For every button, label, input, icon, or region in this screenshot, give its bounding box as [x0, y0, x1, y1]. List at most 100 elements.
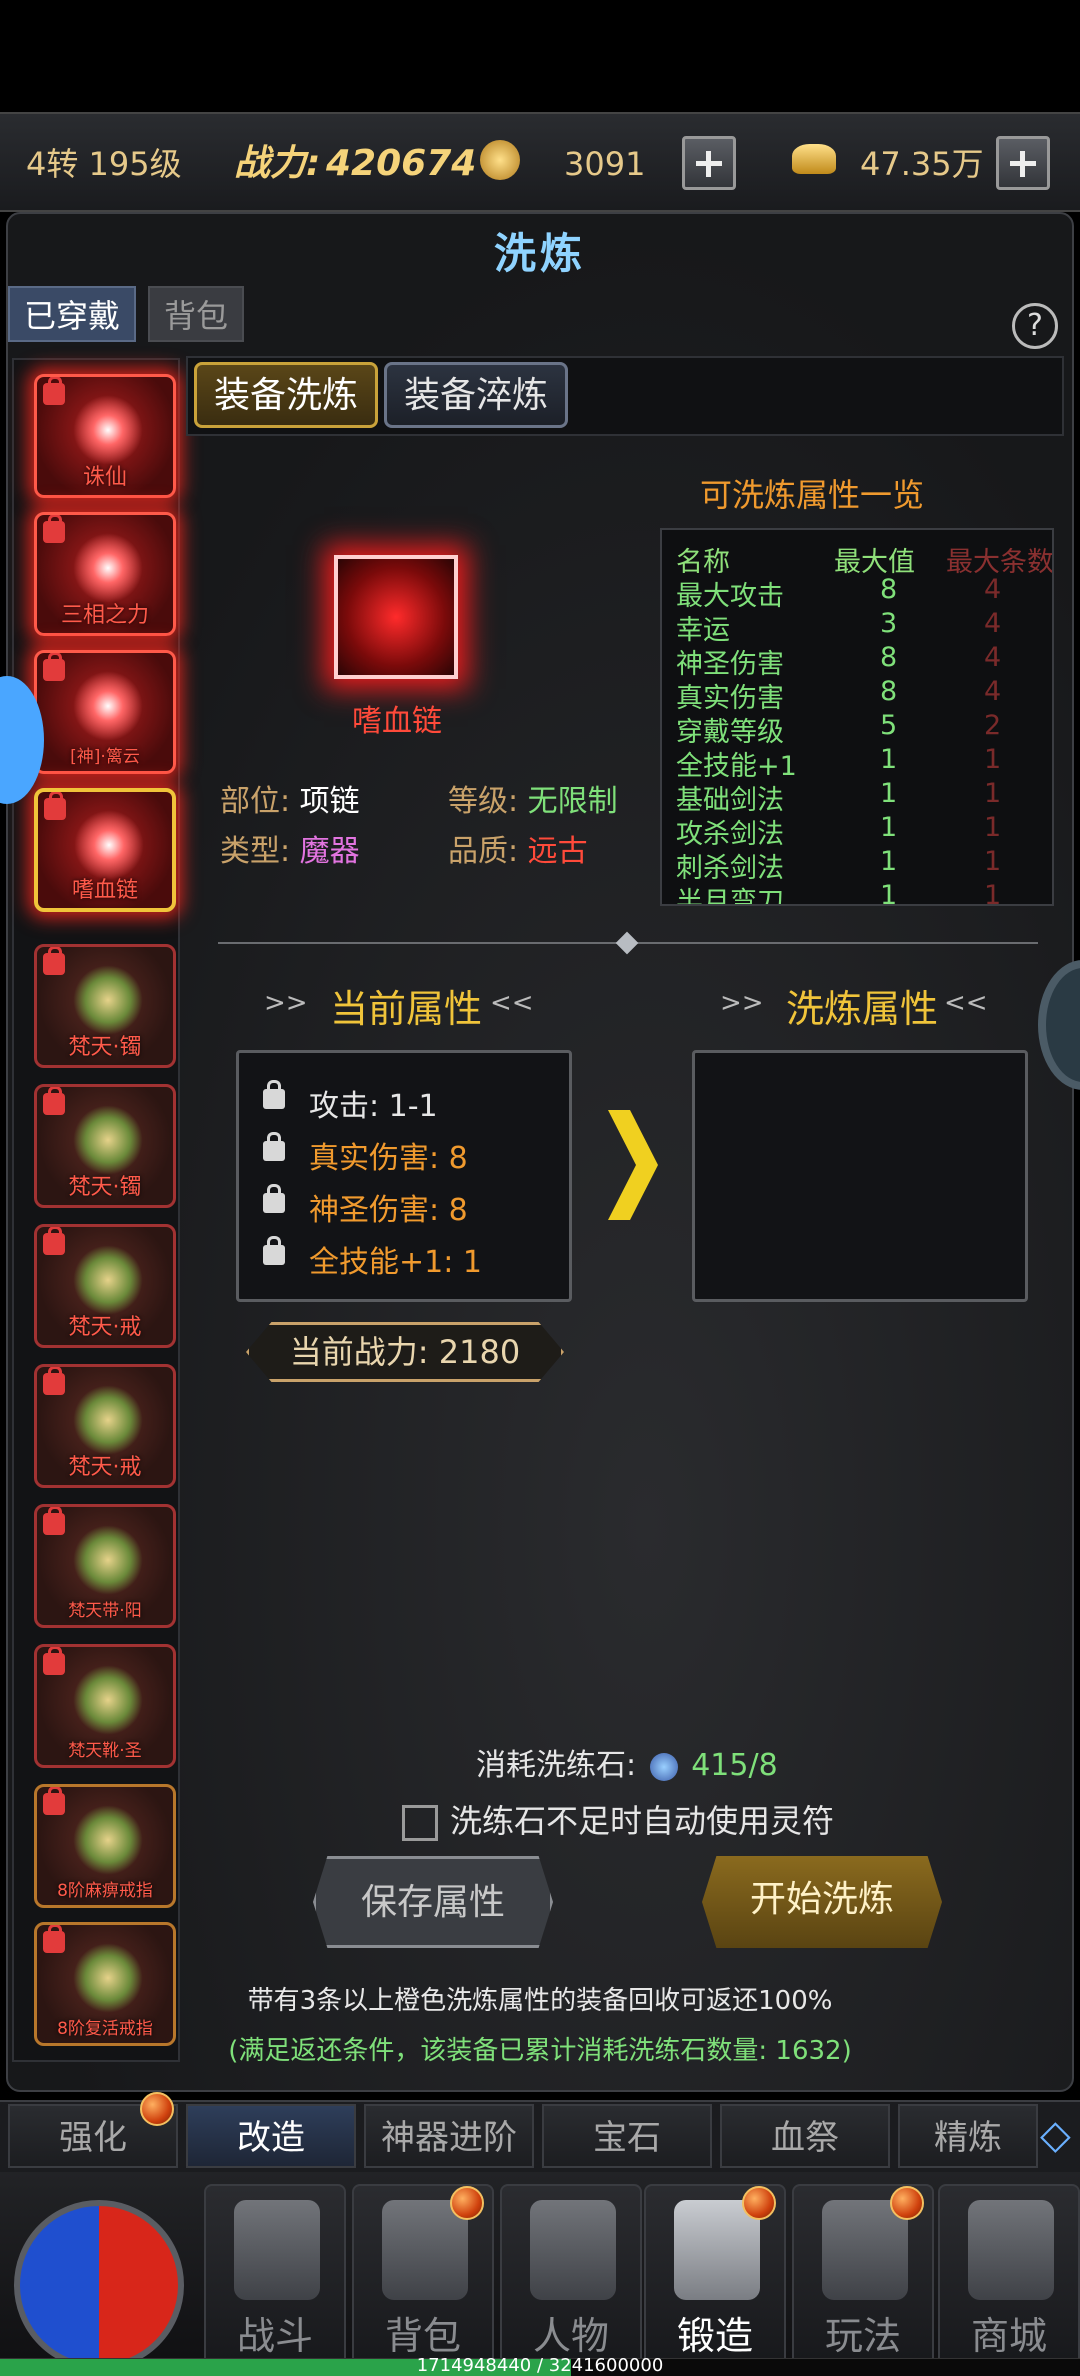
tab-bag[interactable]: 背包 — [148, 286, 245, 342]
current-attrs-title: 当前属性 — [330, 987, 483, 1031]
slot-name: 梵天·镯 — [68, 1035, 142, 1060]
notification-dot-icon — [890, 2186, 924, 2220]
lock-icon — [43, 1925, 65, 1953]
shop-gate-icon — [968, 2200, 1054, 2300]
type-info-label: 类型: — [220, 834, 291, 869]
rebirth-level: 4转 195级 — [26, 145, 182, 183]
quality-info-value: 远古 — [527, 834, 588, 869]
lock-icon — [43, 1787, 65, 1815]
item-art-icon — [74, 810, 144, 880]
tab-equip-refine[interactable]: 装备洗炼 — [194, 362, 378, 428]
add-currency2-button[interactable] — [996, 136, 1050, 190]
tab-gem[interactable]: 宝石 — [542, 2104, 712, 2168]
equipment-slot[interactable]: [神]·篱云 — [34, 650, 176, 774]
lock-icon — [43, 653, 65, 681]
lock-icon — [43, 1227, 65, 1255]
tab-blood-sacrifice[interactable]: 血祭 — [720, 2104, 890, 2168]
cost-label: 消耗洗练石: — [476, 1748, 637, 1783]
slot-name: 梵天·镯 — [68, 1175, 142, 1200]
auto-use-label: 洗练石不足时自动使用灵符 — [450, 1802, 835, 1840]
lock-icon — [43, 377, 65, 405]
gold-ingot-icon — [792, 144, 836, 174]
lock-icon — [43, 947, 65, 975]
slot-name: 梵天·戒 — [68, 1315, 142, 1340]
item-art-icon — [73, 1665, 143, 1735]
status-bar: 4转 195级 战力: 420674 3091 47.35万 — [0, 112, 1080, 212]
attr-list[interactable]: 名称 最大值 最大条数 最大攻击 8 4 幸运 3 4 神圣伤害 8 4 真实伤害 8 4 穿戴… — [660, 528, 1054, 906]
save-attrs-button[interactable]: 保存属性 — [313, 1856, 553, 1948]
header-max-value: 最大值 — [834, 547, 915, 578]
wash-attrs-box — [692, 1050, 1028, 1302]
item-art-icon — [73, 965, 143, 1035]
slot-name: 诛仙 — [82, 465, 127, 490]
item-art-icon — [73, 533, 143, 603]
auto-use-checkbox[interactable] — [402, 1805, 438, 1841]
nav-character[interactable]: 人物 — [500, 2184, 642, 2370]
chevron-right-icon: >> — [720, 988, 764, 1018]
tab-equipped[interactable]: 已穿戴 — [8, 286, 137, 342]
notification-dot-icon — [450, 2186, 484, 2220]
notification-dot-icon — [742, 2186, 776, 2220]
level-info-label: 等级: — [448, 784, 519, 819]
slot-info-label: 部位: — [220, 784, 291, 819]
equipment-slot[interactable]: 三相之力 — [34, 512, 176, 636]
equipment-slot[interactable]: 梵天·镯 — [34, 944, 176, 1068]
slot-info: 部位: 项链 — [220, 776, 360, 820]
chevron-right-icon: >> — [264, 988, 308, 1018]
slot-name: 梵天带·阳 — [68, 1601, 142, 1621]
add-currency1-button[interactable] — [682, 136, 736, 190]
refine-stone-icon — [649, 1752, 678, 1781]
tab-refine[interactable]: 精炼 — [898, 2104, 1038, 2168]
item-name: 嗜血链 — [352, 704, 442, 739]
chevron-left-icon: << — [490, 988, 534, 1018]
equipment-slot[interactable]: 梵天·镯 — [34, 1084, 176, 1208]
equipment-slot[interactable]: 诛仙 — [34, 374, 176, 498]
item-art-icon — [73, 1105, 143, 1175]
wash-attrs-title: 洗炼属性 — [786, 987, 939, 1031]
tab-modify[interactable]: 改造 — [186, 2104, 356, 2168]
start-refine-button[interactable]: 开始洗炼 — [702, 1856, 942, 1948]
help-button[interactable]: ? — [1012, 303, 1058, 349]
helmet-icon — [530, 2200, 616, 2300]
slot-name: 梵天·戒 — [68, 1455, 142, 1480]
recycle-progress-note: (满足返还条件，该装备已累计消耗洗练石数量: 1632) — [228, 2036, 852, 2066]
current-power: 当前战力: 2180 — [246, 1322, 564, 1382]
item-icon[interactable] — [334, 555, 458, 679]
auto-use-row[interactable]: 洗练石不足时自动使用灵符 — [402, 1796, 834, 1842]
quality-info-label: 品质: — [448, 834, 519, 869]
item-art-icon — [73, 1245, 143, 1315]
equipment-slot[interactable]: 梵天·戒 — [34, 1364, 176, 1488]
equipment-slot[interactable]: 梵天靴·圣 — [34, 1644, 176, 1768]
equipment-slot[interactable]: 梵天·戒 — [34, 1224, 176, 1348]
equipment-slot-selected[interactable]: 嗜血链 — [34, 788, 176, 912]
lock-icon — [43, 1087, 65, 1115]
item-art-icon — [73, 1525, 143, 1595]
tab-equip-temper[interactable]: 装备淬炼 — [384, 362, 568, 428]
lock-icon — [43, 1507, 65, 1535]
spiral-coin-icon — [480, 140, 520, 180]
level-info-value: 无限制 — [527, 784, 618, 819]
item-art-icon — [73, 395, 143, 465]
type-info: 类型: 魔器 — [220, 826, 360, 870]
panel-title: 洗炼 — [493, 229, 586, 278]
nav-shop[interactable]: 商城 — [938, 2184, 1080, 2370]
recycle-note: 带有3条以上橙色洗炼属性的装备回收可返还100% — [247, 1986, 833, 2016]
lock-icon — [43, 1367, 65, 1395]
equipment-list: 诛仙 三相之力 [神]·篱云 嗜血链 梵天·镯 梵天·镯 梵天·戒 梵天·戒 梵… — [12, 358, 180, 2062]
equipment-slot[interactable]: 8阶麻痹戒指 — [34, 1784, 176, 1908]
slot-name: [神]·篱云 — [70, 747, 140, 767]
lock-icon — [44, 792, 66, 820]
lock-icon — [263, 1184, 285, 1213]
nav-battle[interactable]: 战斗 — [204, 2184, 346, 2370]
slot-info-value: 项链 — [299, 784, 360, 819]
tab-artifact-advance[interactable]: 神器进阶 — [364, 2104, 534, 2168]
crossed-swords-icon — [234, 2200, 320, 2300]
cost-value: 415/8 — [691, 1748, 778, 1783]
slot-name: 三相之力 — [60, 603, 149, 628]
type-info-value: 魔器 — [299, 834, 360, 869]
slot-name: 8阶麻痹戒指 — [57, 1881, 153, 1901]
equipment-slot[interactable]: 梵天带·阳 — [34, 1504, 176, 1628]
scroll-right-icon[interactable]: ◇ — [1040, 2112, 1076, 2162]
yin-yang-icon[interactable] — [14, 2200, 184, 2370]
lock-icon — [263, 1080, 285, 1109]
